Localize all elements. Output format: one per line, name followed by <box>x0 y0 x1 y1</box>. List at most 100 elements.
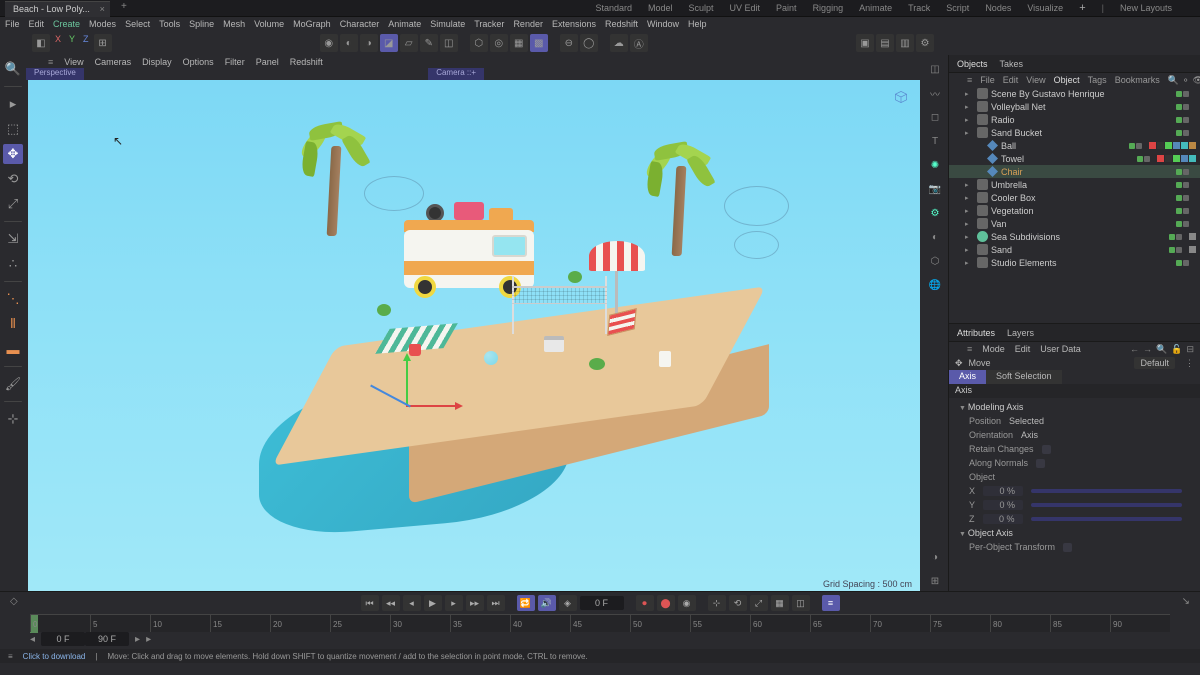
spline-icon[interactable]: 〰 <box>925 83 945 103</box>
menu-file[interactable]: File <box>5 19 20 29</box>
timeline-ruler[interactable]: 051015202530354045505560657075808590 <box>30 614 1170 632</box>
gear-icon[interactable]: ⚙ <box>925 203 945 223</box>
axis-tab[interactable]: Axis <box>949 370 986 384</box>
default-preset[interactable]: Default <box>1134 357 1175 369</box>
layout-tab[interactable]: Standard <box>595 3 632 13</box>
attributes-tab[interactable]: Attributes <box>957 328 995 338</box>
object-list[interactable]: ▸Scene By Gustavo Henrique▸Volleyball Ne… <box>949 87 1200 323</box>
asset-button[interactable]: Ⓐ <box>630 34 648 52</box>
scatter-tool[interactable]: ∴ <box>3 254 23 274</box>
prev-key-button[interactable]: ◂◂ <box>382 595 400 611</box>
obj-menu-view[interactable]: View <box>1026 75 1045 85</box>
normals-checkbox[interactable] <box>1036 459 1045 468</box>
snap-button[interactable]: ▦ <box>510 34 528 52</box>
menu-spline[interactable]: Spline <box>189 19 214 29</box>
camera-label[interactable]: Camera ::+ <box>428 68 484 80</box>
autokey-button[interactable]: ◈ <box>559 595 577 611</box>
param-key-button[interactable]: ▦ <box>771 595 789 611</box>
obj-menu-file[interactable]: File <box>980 75 995 85</box>
menu-window[interactable]: Window <box>647 19 679 29</box>
object-row[interactable]: ▸Vegetation <box>949 204 1200 217</box>
primitive-cube-button[interactable]: ◪ <box>380 34 398 52</box>
scale-tool[interactable]: ⤢ <box>3 194 23 214</box>
viewport-3d[interactable]: ↖ <box>28 80 920 591</box>
layout-tab[interactable]: Visualize <box>1027 3 1063 13</box>
goto-start-button[interactable]: ⏮ <box>361 595 379 611</box>
menu-tools[interactable]: Tools <box>159 19 180 29</box>
poly-mode-tool[interactable]: ▬ <box>3 339 23 359</box>
place-tool[interactable]: ⇲ <box>3 229 23 249</box>
record-button[interactable]: ⏺ <box>636 595 654 611</box>
next-frame-button[interactable]: ▸ <box>445 595 463 611</box>
layout-tab[interactable]: Model <box>648 3 673 13</box>
picture-viewer-button[interactable]: ▥ <box>896 34 914 52</box>
render-view-button[interactable]: ◉ <box>320 34 338 52</box>
axis-y-toggle[interactable]: Y <box>66 34 78 52</box>
x-slider[interactable] <box>1031 489 1182 493</box>
menu-animate[interactable]: Animate <box>388 19 421 29</box>
layout-tab[interactable]: Nodes <box>985 3 1011 13</box>
y-slider[interactable] <box>1031 503 1182 507</box>
layout-tab[interactable]: Rigging <box>813 3 844 13</box>
text-icon[interactable]: T <box>925 131 945 151</box>
menu-simulate[interactable]: Simulate <box>430 19 465 29</box>
menu-select[interactable]: Select <box>125 19 150 29</box>
object-row[interactable]: Towel <box>949 152 1200 165</box>
cube-icon[interactable]: ◻ <box>925 107 945 127</box>
vp-menu-redshift[interactable]: Redshift <box>290 57 323 67</box>
menu-edit[interactable]: Edit <box>29 19 45 29</box>
attr-fwd-icon[interactable]: → <box>1143 344 1152 355</box>
move-tool[interactable]: ✥ <box>3 144 23 164</box>
object-axis-group[interactable]: Object Axis <box>959 526 1190 540</box>
object-row[interactable]: ▸Umbrella <box>949 178 1200 191</box>
timeline-collapse-icon[interactable]: ↘ <box>1182 596 1190 607</box>
obj-search-icon[interactable]: 🔍 <box>1168 75 1179 86</box>
key-button[interactable]: ⬤ <box>657 595 675 611</box>
y-value[interactable]: 0 % <box>983 500 1023 510</box>
object-row[interactable]: ▸Volleyball Net <box>949 100 1200 113</box>
object-row[interactable]: Chair <box>949 165 1200 178</box>
asset-browser-icon[interactable]: ◫ <box>925 59 945 79</box>
layout-tab[interactable]: UV Edit <box>730 3 761 13</box>
objects-tab[interactable]: Objects <box>957 59 988 69</box>
coord-system-button[interactable]: ⊞ <box>94 34 112 52</box>
render-queue-button[interactable]: ▤ <box>876 34 894 52</box>
layout-tab[interactable]: Paint <box>776 3 797 13</box>
layers-tab[interactable]: Layers <box>1007 328 1034 338</box>
menu-redshift[interactable]: Redshift <box>605 19 638 29</box>
file-tab[interactable]: Beach - Low Poly... × <box>5 1 110 17</box>
layout-tab[interactable]: Sculpt <box>689 3 714 13</box>
menu-character[interactable]: Character <box>340 19 380 29</box>
point-mode-tool[interactable]: ⋱ <box>3 289 23 309</box>
next-key-button[interactable]: ▸▸ <box>466 595 484 611</box>
attr-search-icon[interactable]: 🔍 <box>1156 344 1167 355</box>
material-manager-icon[interactable]: ◑ <box>925 547 945 567</box>
obj-menu-bookmarks[interactable]: Bookmarks <box>1115 75 1160 85</box>
layout-tab[interactable]: Animate <box>859 3 892 13</box>
globe-icon[interactable]: 🌐 <box>925 275 945 295</box>
render-settings-button[interactable]: ⚙ <box>916 34 934 52</box>
generator-button[interactable]: ◫ <box>440 34 458 52</box>
field-button[interactable]: ◎ <box>490 34 508 52</box>
render-image-button[interactable]: ▣ <box>856 34 874 52</box>
preset-menu-icon[interactable]: ⋮ <box>1185 358 1194 369</box>
menu-mograph[interactable]: MoGraph <box>293 19 331 29</box>
layout-tab[interactable]: Script <box>946 3 969 13</box>
keyframe-icon[interactable]: ◇ <box>10 596 18 607</box>
attr-userdata[interactable]: User Data <box>1040 344 1081 354</box>
attr-mode[interactable]: Mode <box>982 344 1005 354</box>
current-frame-field[interactable]: 0 F <box>580 596 624 610</box>
menu-extensions[interactable]: Extensions <box>552 19 596 29</box>
menu-modes[interactable]: Modes <box>89 19 116 29</box>
pos-key-button[interactable]: ⊹ <box>708 595 726 611</box>
obj-menu-tags[interactable]: Tags <box>1088 75 1107 85</box>
menu-tracker[interactable]: Tracker <box>474 19 504 29</box>
light-icon[interactable]: ✺ <box>925 155 945 175</box>
per-object-checkbox[interactable] <box>1063 543 1072 552</box>
axis-tool[interactable]: ⊹ <box>3 409 23 429</box>
render-region-button[interactable]: ◐ <box>340 34 358 52</box>
vp-menu-filter[interactable]: Filter <box>225 57 245 67</box>
symmetry-button[interactable]: ⊖ <box>560 34 578 52</box>
menu-help[interactable]: Help <box>688 19 707 29</box>
start-frame-field[interactable]: 0 F <box>41 632 85 646</box>
